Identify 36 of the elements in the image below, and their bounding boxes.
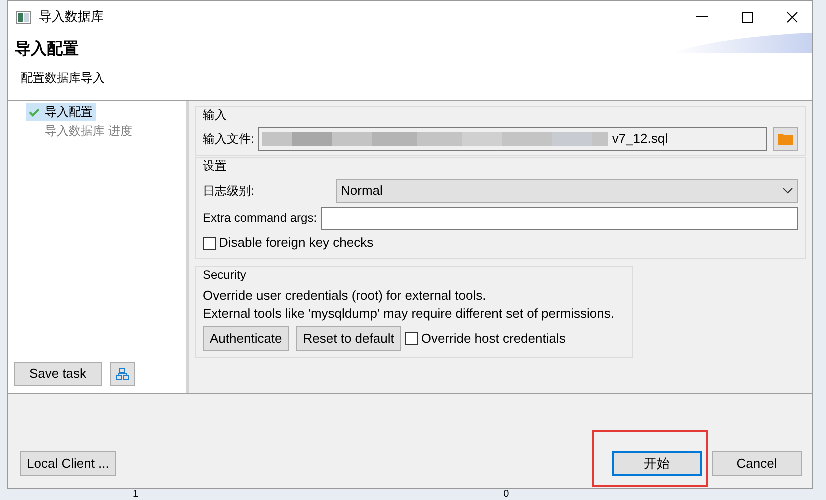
checkbox-label[interactable]: Override host credentials [421,328,566,348]
checkbox[interactable] [405,332,418,345]
group-title: 输入 [203,107,227,124]
save-task-button[interactable]: Save task [14,362,102,386]
check-icon [29,108,40,116]
chevron-down-icon [783,188,793,194]
step-item[interactable]: 导入数据库 进度 [26,122,136,140]
window-title: 导入数据库 [39,8,105,26]
description-text: External tools like 'mysqldump' may require different set of permissions. [203,305,615,323]
group-title: 设置 [203,158,227,175]
description-text: Override user credentials (root) for external tools. [203,287,486,305]
minimize-icon[interactable] [696,16,708,18]
group-title: Security [203,267,246,284]
table-cell: 1 [133,489,139,500]
close-icon[interactable] [787,12,798,22]
action-button[interactable]: Reset to default [296,326,402,351]
action-button[interactable]: Authenticate [203,326,290,351]
dialog-button[interactable]: Cancel [712,451,802,476]
dialog-button[interactable]: 开始 [612,451,702,476]
folder-icon [778,133,793,145]
page-title: 导入配置 [15,39,79,60]
log-level-dropdown[interactable]: Normal [336,179,798,203]
schedule-button[interactable] [110,362,135,386]
page-subtitle: 配置数据库导入 [20,70,105,87]
step-item[interactable]: 导入配置 [26,103,96,121]
field-label: 输入文件: [203,131,254,148]
field-label: Extra command args: [203,210,318,227]
maximize-icon[interactable] [742,12,753,22]
checkbox[interactable] [203,236,216,250]
field-label: 日志级别: [203,183,256,200]
network-icon [116,368,129,380]
checkbox-label[interactable]: Disable foreign key checks [219,233,374,253]
app-icon [16,10,31,24]
table-cell: 0 [504,489,510,500]
local-client-button[interactable]: Local Client ... [20,451,116,476]
file-path-field[interactable]: v7_12.sql [258,127,767,151]
